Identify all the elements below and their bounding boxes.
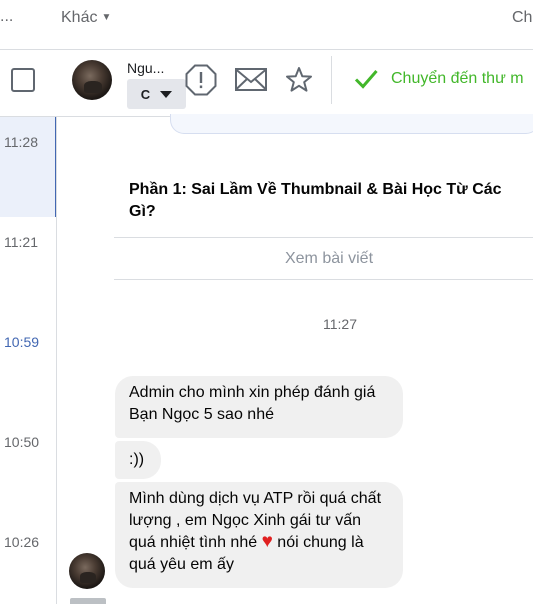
toolbar-divider [331,56,332,104]
heart-icon: ♥ [261,531,273,552]
truncated-label: ... [0,8,14,25]
previous-message-bubble [170,114,533,134]
message-bubble: Admin cho mình xin phép đánh giá Bạn Ngọ… [115,376,403,438]
sender-avatar[interactable] [72,60,112,100]
thread-time[interactable]: 11:21 [4,234,38,250]
thread-time[interactable]: 11:28 [4,134,38,150]
more-dropdown-label: Khác [61,9,98,26]
star-icon[interactable] [285,66,313,94]
message-bubble: Mình dùng dịch vụ ATP rồi quá chất lượng… [115,482,403,588]
message-timestamp: 11:27 [323,316,357,332]
thread-time-unread[interactable]: 10:59 [4,334,39,350]
thread-time[interactable]: 10:26 [4,534,39,550]
post-divider [114,279,533,280]
check-icon [354,70,378,89]
move-to-folder-label: Chuyển đến thư m [391,70,524,87]
label-dropdown-value: C [140,86,151,102]
mail-icon[interactable] [235,67,267,93]
spam-report-icon[interactable] [185,64,217,96]
shared-post-title-line: Phần 1: Sai Lầm Về Thumbnail & Bài Học T… [129,181,502,198]
thread-time[interactable]: 10:50 [4,434,39,450]
triangle-down-icon [160,90,173,98]
move-to-folder-button[interactable]: Chuyển đến thư m [353,66,524,92]
sender-message-avatar[interactable] [69,553,105,589]
message-bubble: :)) [115,441,161,479]
truncated-right-label[interactable]: Ch [512,9,532,27]
select-checkbox[interactable] [11,68,35,92]
top-bar: ... Khác ▼ Ch [0,0,533,36]
caret-down-icon: ▼ [101,12,112,23]
label-dropdown[interactable]: C [127,79,186,109]
more-dropdown[interactable]: Khác ▼ [61,9,111,27]
shared-post-title[interactable]: Phần 1: Sai Lầm Về Thumbnail & Bài Học T… [129,179,533,223]
active-thread-highlight [0,117,56,217]
header-divider [0,49,533,50]
sender-name[interactable]: Ngu... [127,60,164,76]
composer-edge [70,598,106,604]
view-post-link[interactable]: Xem bài viết [114,238,533,280]
shared-post-title-line: Gì? [129,203,156,220]
thread-list-divider [56,117,57,604]
